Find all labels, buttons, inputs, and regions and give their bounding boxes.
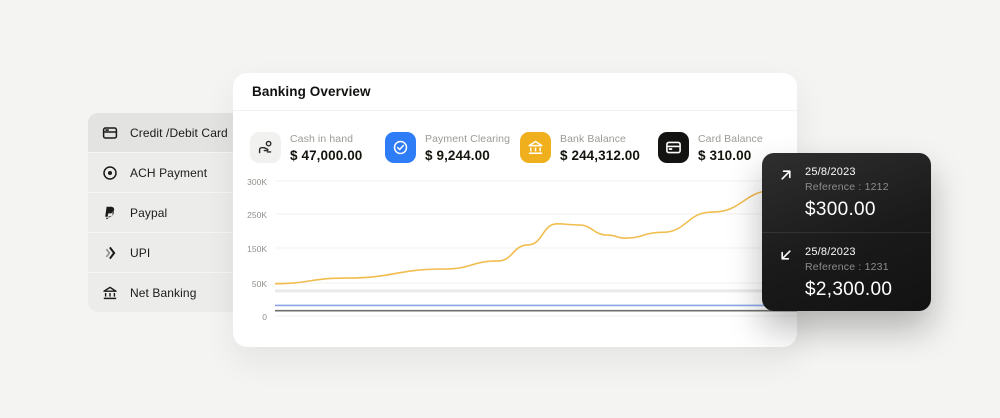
transaction-row-outgoing[interactable]: 25/8/2023 Reference : 1212 $300.00 [762,153,931,232]
payment-methods-sidebar: Credit /Debit Card ACH Payment Paypal UP… [88,113,248,312]
stat-cash-in-hand: Cash in hand $ 47,000.00 [250,132,362,163]
stat-payment-clearing: Payment Clearing $ 9,244.00 [385,132,510,163]
transaction-amount: $2,300.00 [805,279,892,301]
check-circle-icon [385,132,416,163]
arrow-up-right-icon [778,166,794,222]
sidebar-item-paypal[interactable]: Paypal [88,193,248,233]
stat-value: $ 47,000.00 [290,148,362,163]
stat-label: Card Balance [698,133,763,145]
stat-label: Bank Balance [560,133,640,145]
credit-card-icon [658,132,689,163]
stat-label: Cash in hand [290,133,362,145]
page-title: Banking Overview [252,84,371,99]
stat-value: $ 244,312.00 [560,148,640,163]
stat-bank-balance: Bank Balance $ 244,312.00 [520,132,640,163]
hand-coin-icon [250,132,281,163]
stat-value: $ 9,244.00 [425,148,510,163]
upi-arrow-icon [102,245,118,261]
transactions-popover: 25/8/2023 Reference : 1212 $300.00 25/8/… [762,153,931,311]
stat-label: Payment Clearing [425,133,510,145]
sidebar-item-label: Net Banking [130,286,196,300]
banking-overview-card: Banking Overview Cash in hand $ 47,000.0… [233,73,797,347]
card-header: Banking Overview [233,73,797,111]
target-circle-icon [102,165,118,181]
stat-value: $ 310.00 [698,148,763,163]
transaction-date: 25/8/2023 [805,246,892,258]
sidebar-item-label: Credit /Debit Card [130,126,228,140]
credit-card-icon [102,125,118,141]
arrow-down-left-icon [778,246,794,301]
page: Credit /Debit Card ACH Payment Paypal UP… [0,0,1000,418]
bank-icon [520,132,551,163]
sidebar-item-ach-payment[interactable]: ACH Payment [88,153,248,193]
transaction-amount: $300.00 [805,199,889,221]
y-tick-label: 0 [262,312,267,322]
bank-icon [102,285,118,301]
stat-card-balance: Card Balance $ 310.00 [658,132,763,163]
transaction-reference: Reference : 1231 [805,261,892,273]
paypal-icon [102,205,118,221]
y-tick-label: 150K [247,244,267,254]
sidebar-item-label: UPI [130,246,150,260]
sidebar-item-label: Paypal [130,206,167,220]
transaction-reference: Reference : 1212 [805,181,889,193]
sidebar-item-upi[interactable]: UPI [88,233,248,273]
y-axis-labels: 300K 250K 150K 50K 0 [233,176,267,321]
transaction-date: 25/8/2023 [805,166,889,178]
y-tick-label: 250K [247,210,267,220]
y-tick-label: 50K [252,279,267,289]
transaction-row-incoming[interactable]: 25/8/2023 Reference : 1231 $2,300.00 [762,232,931,311]
y-tick-label: 300K [247,177,267,187]
sidebar-item-label: ACH Payment [130,166,207,180]
sidebar-item-credit-debit-card[interactable]: Credit /Debit Card [88,113,248,153]
chart-svg [275,176,797,321]
sidebar-item-net-banking[interactable]: Net Banking [88,273,248,312]
balance-chart: 300K 250K 150K 50K 0 [233,176,797,321]
